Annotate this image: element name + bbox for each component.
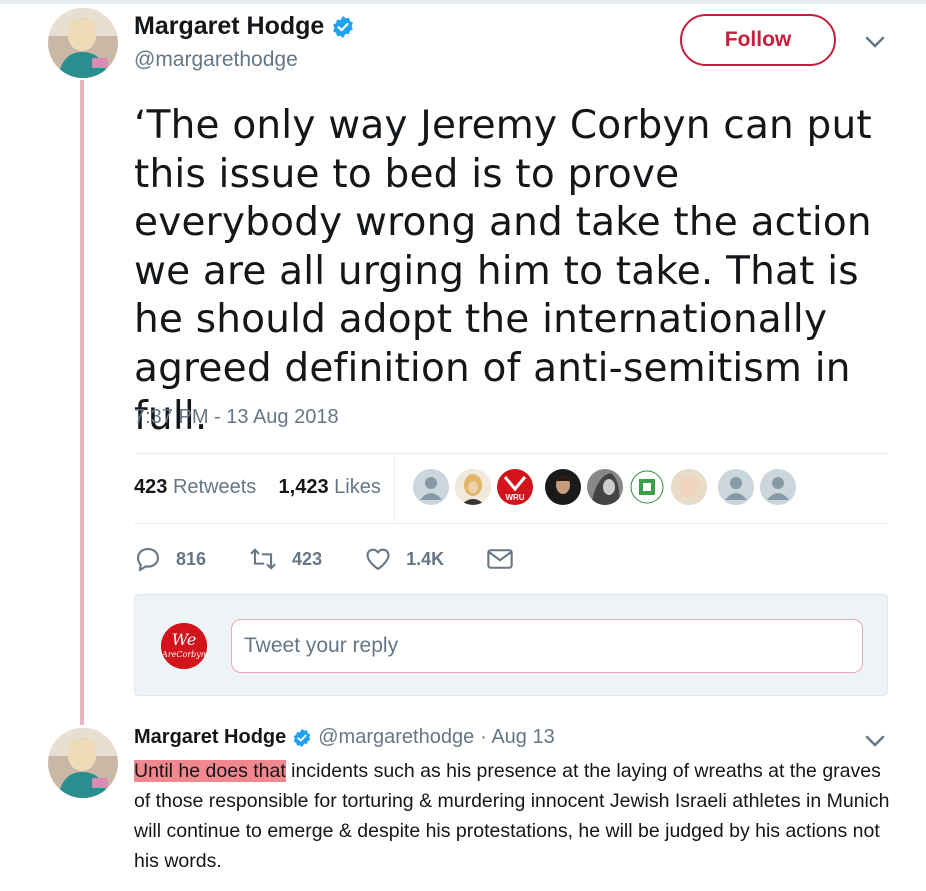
reply-header: Margaret Hodge @margarethodge · Aug 13: [134, 726, 555, 749]
likes-stat[interactable]: 1,423 Likes: [279, 476, 381, 498]
avatar-logo-text: We: [172, 630, 197, 649]
verified-badge-icon: [294, 728, 311, 747]
retweets-label: Retweets: [172, 476, 257, 498]
tweet-text: ‘The only way Jeremy Corbyn can put this…: [134, 103, 872, 439]
divider: [134, 453, 888, 454]
tweet-timestamp[interactable]: 7:37 PM - 13 Aug 2018: [134, 406, 339, 429]
engagement-stats: 423 Retweets 1,423 Likes: [134, 476, 381, 499]
tweet-actions: 816 423 1.4K: [134, 545, 570, 573]
envelope-icon: [487, 549, 513, 569]
liker-avatar[interactable]: [587, 469, 623, 505]
retweets-count: 423: [134, 476, 168, 498]
highlighted-text: Until he does that: [134, 760, 286, 782]
reply-input[interactable]: Tweet your reply: [231, 619, 863, 673]
author-name[interactable]: Margaret Hodge: [134, 12, 355, 41]
svg-text:WRU: WRU: [505, 493, 524, 502]
liker-avatar[interactable]: [629, 469, 665, 505]
top-border: [0, 0, 926, 4]
reply-count: 816: [176, 548, 207, 569]
reply-author-avatar[interactable]: [48, 728, 118, 798]
like-count: 1.4K: [406, 548, 445, 569]
verified-badge-icon: [333, 16, 354, 39]
reply-composer: We AreCorbyn Tweet your reply: [134, 594, 888, 696]
retweet-button[interactable]: 423: [248, 545, 322, 573]
thread-line: [80, 80, 84, 725]
reply-icon: [137, 548, 159, 572]
reply-date[interactable]: · Aug 13: [480, 726, 555, 749]
heart-icon: [366, 548, 390, 570]
reply-tweet-text: Until he does that incidents such as his…: [134, 756, 894, 876]
reply-author-handle[interactable]: @margarethodge: [318, 726, 474, 749]
liker-avatar[interactable]: WRU: [497, 469, 533, 505]
avatar-logo-subtext: AreCorbyn: [161, 650, 206, 659]
liker-avatar[interactable]: [671, 469, 707, 505]
stats-separator: [394, 456, 395, 522]
author-handle[interactable]: @margarethodge: [134, 48, 298, 72]
chevron-down-icon[interactable]: [864, 733, 886, 749]
likes-count: 1,423: [278, 476, 329, 498]
divider: [134, 523, 888, 524]
chevron-down-icon[interactable]: [864, 34, 886, 50]
reply-button[interactable]: 816: [134, 545, 206, 573]
direct-message-button[interactable]: [486, 546, 528, 572]
retweets-stat[interactable]: 423 Retweets: [134, 476, 256, 498]
liker-avatar[interactable]: [413, 469, 449, 505]
liker-avatar[interactable]: [760, 469, 796, 505]
retweet-icon: [250, 548, 276, 570]
author-name-text[interactable]: Margaret Hodge: [134, 12, 324, 40]
reply-author-name[interactable]: Margaret Hodge: [134, 726, 286, 749]
retweet-count: 423: [292, 548, 323, 569]
liker-avatar[interactable]: [455, 469, 491, 505]
author-avatar[interactable]: [48, 8, 118, 78]
likes-label: Likes: [334, 476, 381, 498]
like-button[interactable]: 1.4K: [364, 545, 444, 573]
liker-avatar[interactable]: [545, 469, 581, 505]
liker-avatar[interactable]: [718, 469, 754, 505]
current-user-avatar[interactable]: We AreCorbyn: [161, 623, 207, 669]
follow-button[interactable]: Follow: [680, 14, 836, 66]
